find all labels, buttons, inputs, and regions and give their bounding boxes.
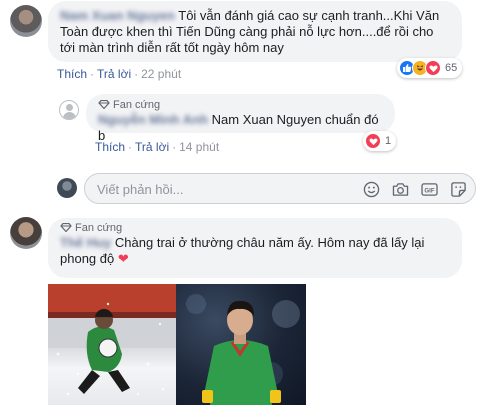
avatar[interactable] bbox=[59, 100, 79, 120]
comment-actions: Thích · Trả lời · 14 phút bbox=[95, 140, 220, 154]
goalkeeper-snow-photo bbox=[48, 284, 176, 405]
fan-badge-icon bbox=[98, 100, 110, 109]
comment-timestamp[interactable]: 22 phút bbox=[141, 67, 181, 81]
heart-emoji: ❤ bbox=[117, 251, 129, 266]
heart-reaction-icon bbox=[425, 60, 441, 76]
fan-badge: Fan cứng bbox=[98, 99, 383, 112]
comment-author[interactable]: Nam Xuan Nguyen bbox=[60, 8, 175, 23]
reaction-summary[interactable]: 65 bbox=[397, 58, 463, 78]
fan-badge-label: Fan cứng bbox=[113, 99, 161, 111]
avatar[interactable] bbox=[10, 5, 42, 37]
comment-photo[interactable] bbox=[48, 284, 306, 405]
reply-input-placeholder: Viết phản hồi... bbox=[97, 182, 184, 197]
fan-badge-icon bbox=[60, 223, 72, 232]
comment-bubble: Nam Xuan Nguyen Tôi vẫn đánh giá cao sự … bbox=[48, 1, 462, 62]
comment-text: Chàng trai ở thường châu năm ấy. Hôm nay… bbox=[60, 235, 425, 266]
reply-bubble: Fan cứng Nguyễn Minh Anh Nam Xuan Nguyen… bbox=[86, 94, 395, 143]
comment-bubble: Fan cứng Thế Huy Chàng trai ở thường châ… bbox=[48, 218, 462, 278]
goalkeeper-portrait-photo bbox=[176, 284, 306, 405]
fan-badge: Fan cứng bbox=[60, 222, 450, 235]
avatar bbox=[57, 178, 77, 198]
reaction-count: 65 bbox=[445, 62, 458, 74]
fan-badge-label: Fan cứng bbox=[75, 222, 123, 234]
comment-author[interactable]: Nguyễn Minh Anh bbox=[98, 112, 208, 127]
camera-icon[interactable] bbox=[391, 180, 409, 198]
like-link[interactable]: Thích bbox=[95, 140, 125, 154]
reply-input[interactable]: Viết phản hồi... GIF bbox=[84, 173, 476, 204]
reaction-summary[interactable]: 1 bbox=[363, 131, 397, 151]
reply-link[interactable]: Trả lời bbox=[135, 140, 169, 154]
sticker-icon[interactable] bbox=[449, 180, 467, 198]
svg-text:GIF: GIF bbox=[424, 187, 434, 194]
like-link[interactable]: Thích bbox=[57, 67, 87, 81]
comment-actions: Thích · Trả lời · 22 phút bbox=[57, 67, 182, 81]
heart-reaction-icon bbox=[365, 133, 381, 149]
avatar[interactable] bbox=[10, 217, 42, 249]
comment-timestamp[interactable]: 14 phút bbox=[179, 140, 219, 154]
reaction-count: 1 bbox=[385, 135, 392, 147]
gif-icon[interactable]: GIF bbox=[420, 180, 438, 198]
comment-author[interactable]: Thế Huy bbox=[60, 235, 111, 250]
reply-link[interactable]: Trả lời bbox=[97, 67, 131, 81]
emoji-icon[interactable] bbox=[362, 180, 380, 198]
